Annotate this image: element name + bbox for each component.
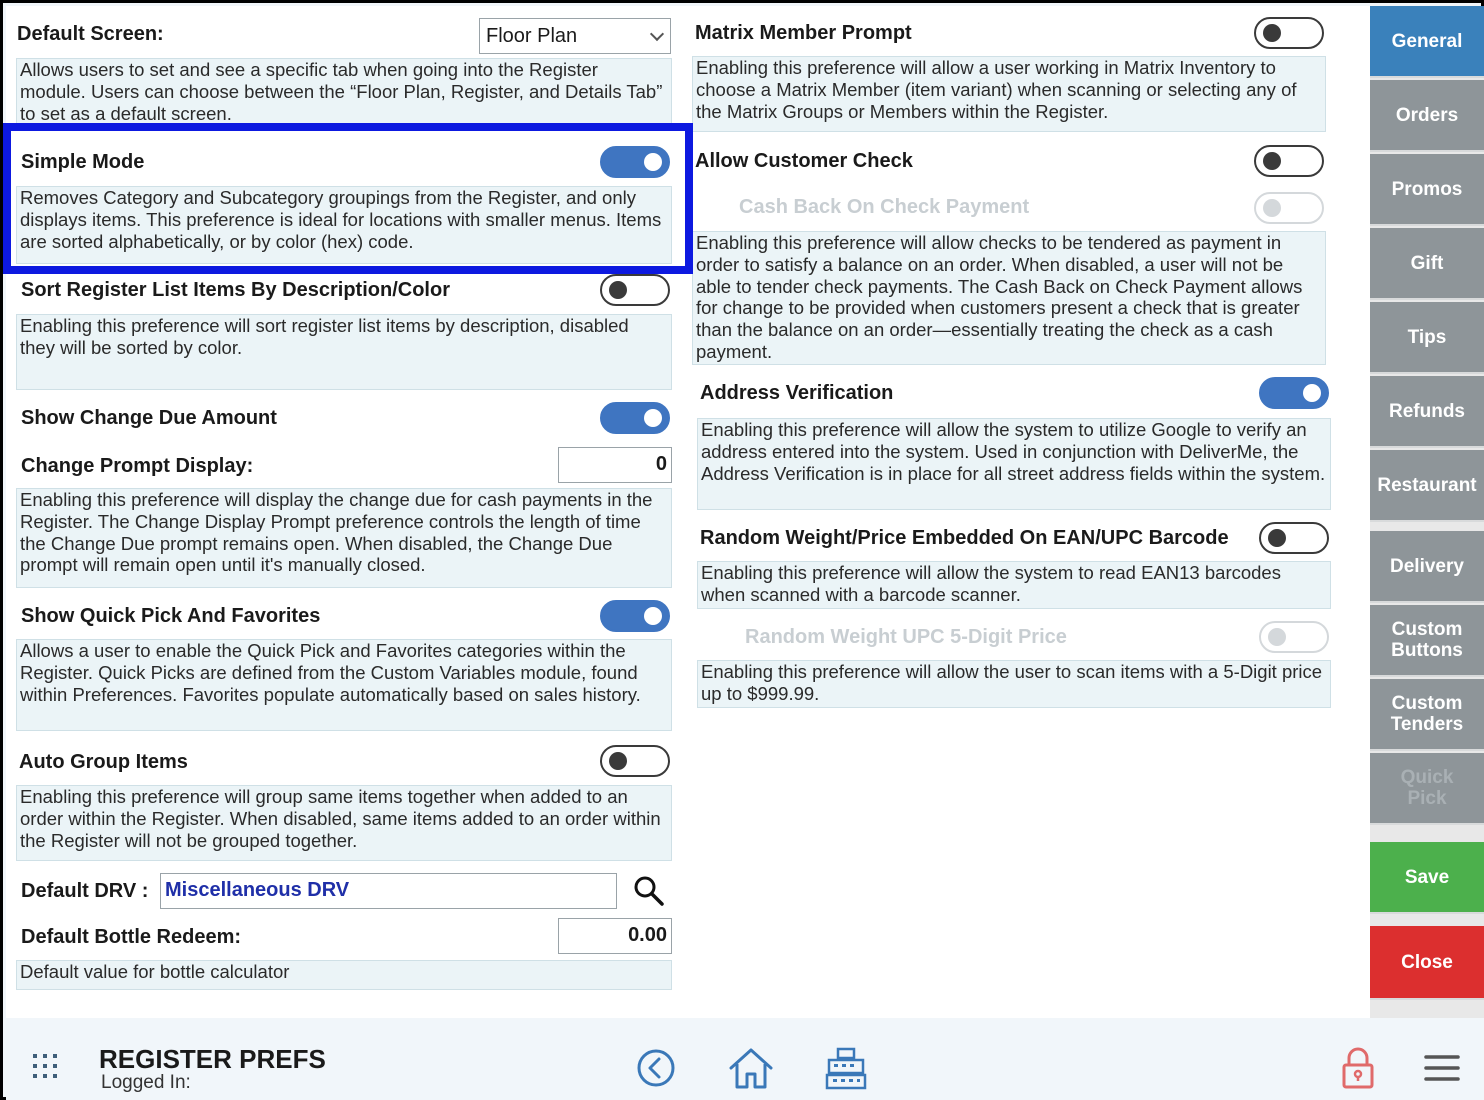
auto-group-desc: Enabling this preference will group same… — [16, 785, 672, 861]
simple-mode-highlight — [3, 123, 693, 274]
random-weight-toggle[interactable] — [1259, 522, 1329, 554]
upc5-label: Random Weight UPC 5-Digit Price — [745, 626, 1067, 648]
tab-general[interactable]: General — [1370, 6, 1484, 78]
customer-check-desc: Enabling this preference will allow chec… — [692, 231, 1326, 365]
tab-tips[interactable]: Tips — [1370, 302, 1484, 374]
toggle-knob — [1268, 529, 1286, 547]
quick-pick-label: Show Quick Pick And Favorites — [21, 605, 321, 627]
toggle-knob — [609, 281, 627, 299]
default-screen-value: Floor Plan — [486, 25, 578, 47]
default-screen-select[interactable]: Floor Plan — [479, 18, 671, 54]
customer-check-label: Allow Customer Check — [695, 150, 913, 172]
sort-register-desc: Enabling this preference will sort regis… — [16, 314, 672, 390]
toggle-knob — [609, 752, 627, 770]
toggle-knob — [1263, 24, 1281, 42]
tab-custom-tenders[interactable]: Custom Tenders — [1370, 679, 1484, 751]
quick-pick-desc: Allows a user to enable the Quick Pick a… — [16, 639, 672, 731]
menu-icon[interactable] — [1424, 1054, 1460, 1082]
matrix-member-label: Matrix Member Prompt — [695, 22, 912, 44]
random-weight-desc: Enabling this preference will allow the … — [697, 561, 1331, 609]
address-verification-label: Address Verification — [700, 382, 894, 404]
app-frame: Default Screen: Floor Plan Allows users … — [0, 0, 1484, 1100]
show-change-due-toggle[interactable] — [600, 402, 670, 434]
cash-back-toggle — [1254, 192, 1324, 224]
auto-group-label: Auto Group Items — [19, 751, 188, 773]
sort-register-toggle[interactable] — [600, 274, 670, 306]
matrix-member-toggle[interactable] — [1254, 17, 1324, 49]
change-prompt-desc: Enabling this preference will display th… — [16, 488, 672, 588]
page-title: REGISTER PREFS — [99, 1044, 326, 1074]
logged-in-label: Logged In: — [101, 1072, 191, 1093]
bottle-redeem-desc: Default value for bottle calculator — [16, 960, 672, 990]
toggle-knob — [644, 607, 662, 625]
matrix-member-desc: Enabling this preference will allow a us… — [692, 56, 1326, 132]
tab-promos[interactable]: Promos — [1370, 154, 1484, 226]
default-screen-label: Default Screen: — [17, 23, 164, 45]
tab-orders[interactable]: Orders — [1370, 80, 1484, 152]
tab-gift[interactable]: Gift — [1370, 228, 1484, 300]
bottle-redeem-input[interactable]: 0.00 — [558, 918, 672, 954]
quick-pick-toggle[interactable] — [600, 600, 670, 632]
tab-restaurant[interactable]: Restaurant — [1370, 450, 1484, 522]
save-button[interactable]: Save — [1370, 842, 1484, 914]
auto-group-toggle[interactable] — [600, 745, 670, 777]
default-drv-input[interactable]: Miscellaneous DRV — [160, 873, 617, 909]
random-weight-label: Random Weight/Price Embedded On EAN/UPC … — [700, 527, 1229, 549]
bottom-bar: REGISTER PREFS Logged In: — [6, 1018, 1484, 1100]
register-icon[interactable] — [824, 1047, 868, 1091]
change-prompt-input[interactable]: 0 — [558, 447, 672, 483]
customer-check-toggle[interactable] — [1254, 145, 1324, 177]
tab-custom-buttons[interactable]: Custom Buttons — [1370, 605, 1484, 677]
upc5-desc: Enabling this preference will allow the … — [697, 660, 1331, 708]
change-prompt-label: Change Prompt Display: — [21, 455, 254, 477]
toggle-knob — [1263, 199, 1281, 217]
apps-grid-icon[interactable] — [32, 1053, 60, 1081]
cash-back-label: Cash Back On Check Payment — [739, 196, 1030, 218]
chevron-down-icon — [649, 26, 665, 42]
tab-quick-pick: Quick Pick — [1370, 753, 1484, 825]
tab-refunds[interactable]: Refunds — [1370, 376, 1484, 448]
back-icon[interactable] — [636, 1048, 676, 1088]
address-verification-toggle[interactable] — [1259, 377, 1329, 409]
lock-icon[interactable] — [1341, 1046, 1375, 1090]
toggle-knob — [644, 409, 662, 427]
toggle-knob — [1303, 384, 1321, 402]
sidebar: General Orders Promos Gift Tips Refunds … — [1370, 6, 1484, 1018]
address-verification-desc: Enabling this preference will allow the … — [697, 418, 1331, 510]
tab-delivery[interactable]: Delivery — [1370, 531, 1484, 603]
default-drv-label: Default DRV : — [21, 880, 149, 902]
toggle-knob — [1263, 152, 1281, 170]
bottle-redeem-label: Default Bottle Redeem: — [21, 926, 242, 948]
show-change-due-label: Show Change Due Amount — [21, 407, 277, 429]
home-icon[interactable] — [728, 1046, 774, 1090]
upc5-toggle — [1259, 621, 1329, 653]
default-screen-desc: Allows users to set and see a specific t… — [16, 58, 672, 124]
close-button[interactable]: Close — [1370, 926, 1484, 1000]
toggle-knob — [1268, 628, 1286, 646]
sort-register-label: Sort Register List Items By Description/… — [21, 279, 450, 301]
search-icon[interactable] — [632, 874, 666, 908]
